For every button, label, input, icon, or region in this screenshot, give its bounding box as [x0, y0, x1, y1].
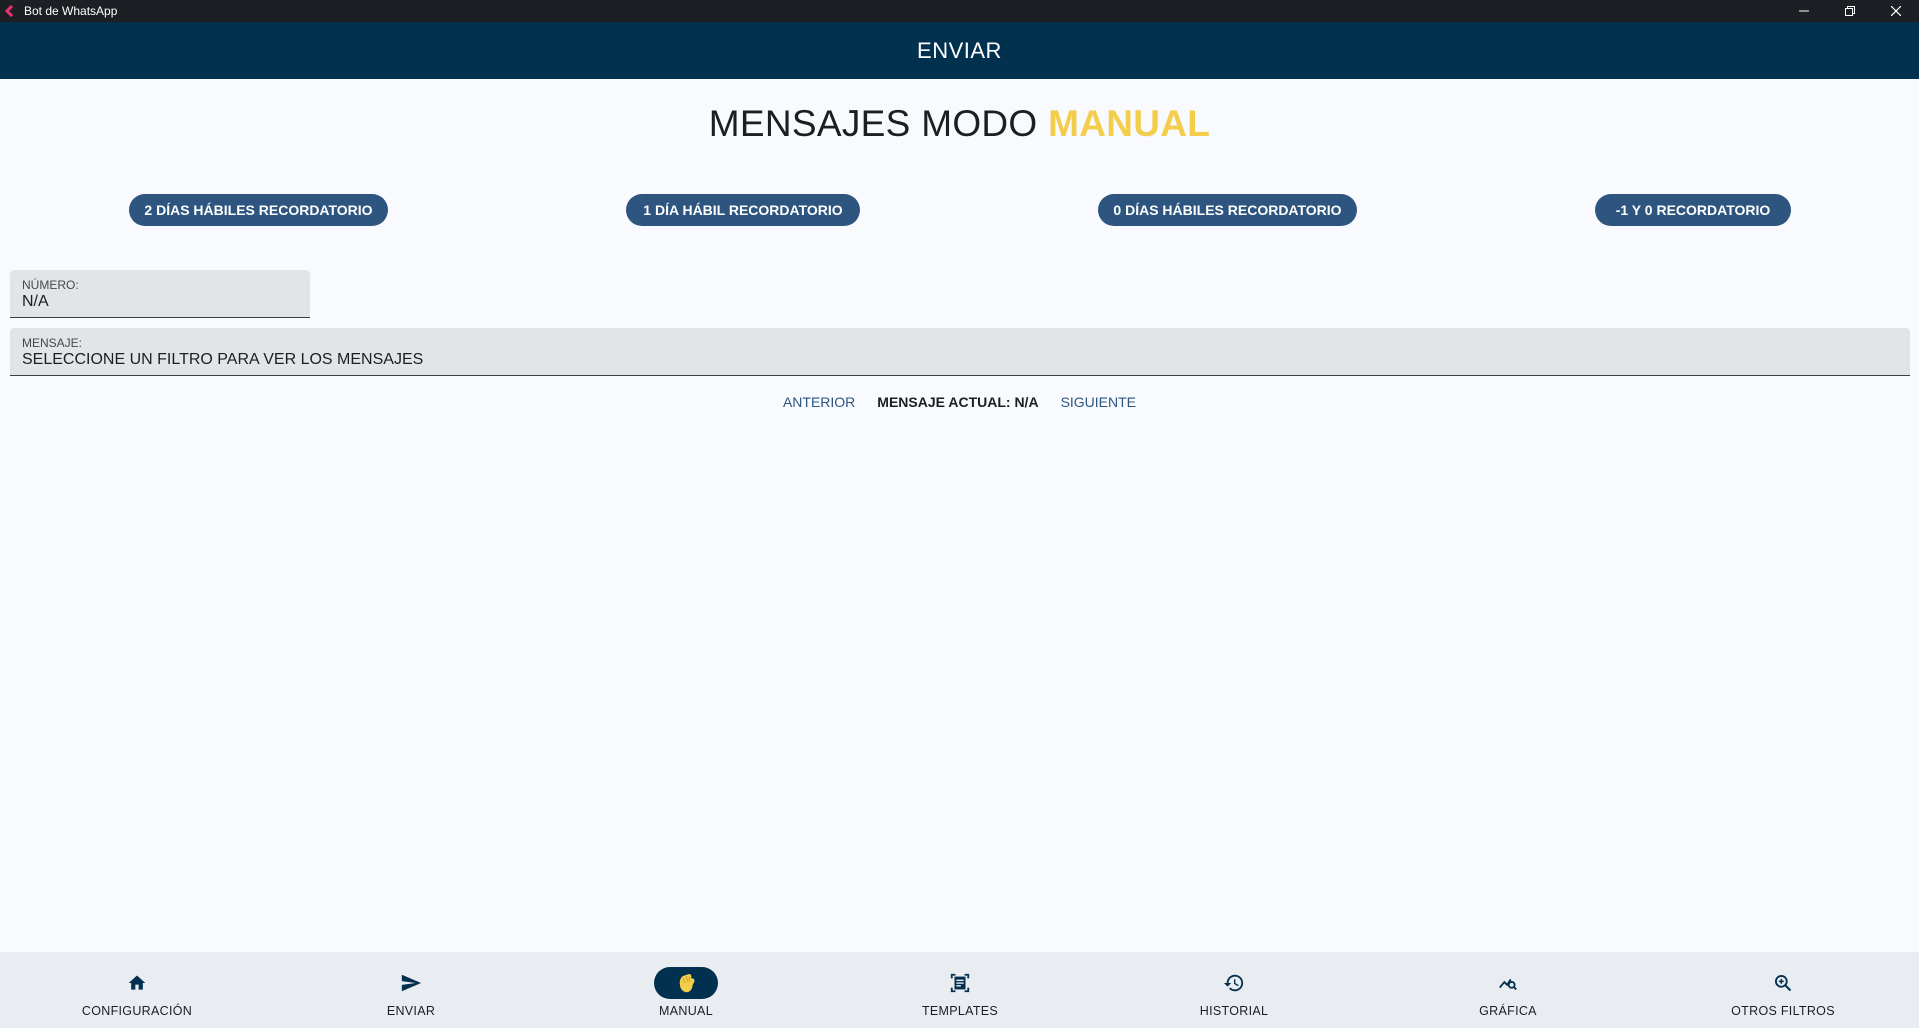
close-icon — [1891, 6, 1901, 16]
nav-label-templates: TEMPLATES — [921, 1004, 999, 1018]
siguiente-button[interactable]: SIGUIENTE — [1061, 394, 1136, 410]
app-bar-title: ENVIAR — [917, 37, 1002, 63]
page-title-prefix: MENSAJES MODO — [708, 103, 1049, 144]
restore-button[interactable] — [1827, 0, 1873, 22]
nav-item-otros-filtros[interactable]: OTROS FILTROS — [1683, 952, 1883, 1028]
nav-label-manual: MANUAL — [659, 1004, 713, 1018]
minimize-button[interactable] — [1781, 0, 1827, 22]
nav-label-otros-filtros: OTROS FILTROS — [1731, 1004, 1835, 1018]
nav-item-configuracion[interactable]: CONFIGURACIÓN — [37, 952, 237, 1028]
zoom-in-icon — [1751, 967, 1815, 999]
document-scanner-icon — [928, 967, 992, 999]
history-icon — [1202, 967, 1266, 999]
filter-1-dia-button[interactable]: 1 DÍA HÁBIL RECORDATORIO — [626, 194, 860, 226]
app-bar: ENVIAR — [0, 22, 1919, 79]
nav-item-enviar[interactable]: ENVIAR — [311, 952, 511, 1028]
filter-menos1-y-0-button[interactable]: -1 Y 0 RECORDATORIO — [1595, 194, 1791, 226]
query-stats-icon — [1476, 967, 1540, 999]
nav-label-enviar: ENVIAR — [386, 1004, 436, 1018]
nav-label-historial: HISTORIAL — [1199, 1004, 1269, 1018]
numero-value: N/A — [22, 293, 49, 310]
mensaje-label: MENSAJE: — [22, 336, 83, 350]
page-title-accent: MANUAL — [1048, 103, 1211, 144]
window-titlebar: Bot de WhatsApp — [0, 0, 1919, 22]
nav-item-grafica[interactable]: GRÁFICA — [1408, 952, 1608, 1028]
nav-item-manual[interactable]: MANUAL — [586, 952, 786, 1028]
message-pager: ANTERIOR MENSAJE ACTUAL: N/A SIGUIENTE — [0, 394, 1919, 410]
bottom-navigation: CONFIGURACIÓN ENVIAR MANUAL TEMPLATES HI… — [0, 952, 1919, 1028]
nav-label-grafica: GRÁFICA — [1479, 1004, 1537, 1018]
mensaje-field[interactable]: MENSAJE: SELECCIONE UN FILTRO PARA VER L… — [10, 328, 1910, 376]
nav-item-historial[interactable]: HISTORIAL — [1134, 952, 1334, 1028]
numero-field[interactable]: NÚMERO: N/A — [10, 270, 310, 318]
send-icon — [379, 967, 443, 999]
nav-item-templates[interactable]: TEMPLATES — [860, 952, 1060, 1028]
anterior-button[interactable]: ANTERIOR — [783, 394, 855, 410]
restore-icon — [1845, 6, 1855, 16]
waving-hand-icon — [654, 967, 718, 999]
numero-label: NÚMERO: — [22, 278, 79, 292]
minimize-icon — [1799, 10, 1809, 12]
filter-0-dias-button[interactable]: 0 DÍAS HÁBILES RECORDATORIO — [1098, 194, 1357, 226]
mensaje-actual-label: MENSAJE ACTUAL: N/A — [877, 394, 1039, 410]
home-icon — [105, 967, 169, 999]
app-logo-icon — [4, 4, 18, 18]
window-title: Bot de WhatsApp — [24, 4, 118, 18]
mensaje-value: SELECCIONE UN FILTRO PARA VER LOS MENSAJ… — [22, 351, 424, 368]
nav-label-configuracion: CONFIGURACIÓN — [81, 1004, 193, 1018]
close-button[interactable] — [1873, 0, 1919, 22]
page-title: MENSAJES MODO MANUAL — [0, 103, 1919, 145]
filter-2-dias-button[interactable]: 2 DÍAS HÁBILES RECORDATORIO — [129, 194, 388, 226]
